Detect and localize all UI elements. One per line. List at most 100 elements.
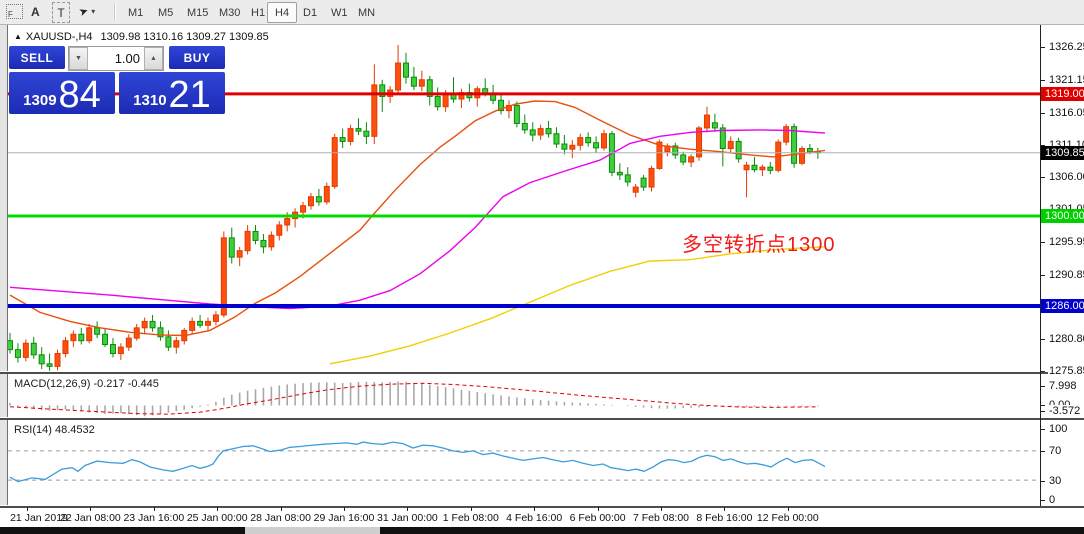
timeframe-m1[interactable]: M1 [120, 2, 151, 23]
price-tick-mark [1040, 339, 1045, 340]
date-tick-mark [661, 507, 662, 511]
pane-separator-dates [0, 505, 1084, 508]
sell-price-small: 1309 [23, 92, 57, 109]
sell-button[interactable]: SELL [9, 46, 65, 69]
pane-separator-macd[interactable] [0, 371, 1084, 374]
price-tag: 1309.85 [1041, 145, 1084, 160]
date-tick-mark [27, 507, 28, 511]
volume-decrease-button[interactable]: ▼ [69, 47, 88, 70]
price-tick-label: 1295.95 [1048, 236, 1084, 248]
date-tick-label: 7 Feb 08:00 [632, 512, 690, 524]
macd-tick-label: 7.998 [1048, 380, 1078, 392]
rsi-tick-mark [1040, 500, 1045, 501]
rsi-label: RSI(14) 48.4532 [14, 424, 95, 436]
macd-tick-mark [1040, 386, 1045, 387]
toolbar: F A T ➤ ▾ M1 M5 M15 M30 H1 H4 D1 W1 MN [0, 0, 1084, 25]
date-tick-mark [90, 507, 92, 511]
price-tick-label: 1290.85 [1048, 269, 1084, 281]
date-tick-mark [724, 507, 726, 511]
date-tick-label: 23 Jan 16:00 [123, 512, 185, 524]
price-tick-label: 1316.05 [1048, 107, 1084, 119]
dropdown-caret-icon[interactable]: ▾ [91, 7, 95, 16]
chart-title: ▲ XAUUSD-,H4 1309.98 1310.16 1309.27 1309.… [14, 31, 269, 43]
macd-tick-mark [1040, 405, 1045, 406]
timeframe-mn[interactable]: MN [350, 2, 383, 23]
volume-stepper: ▼ ▲ [68, 46, 164, 71]
date-tick-label: 1 Feb 08:00 [442, 512, 499, 524]
collapse-arrow-icon[interactable]: ▲ [14, 32, 22, 41]
date-tick-mark [407, 507, 409, 511]
date-tick-mark [344, 507, 345, 511]
one-click-trading-panel: SELL ▼ ▲ BUY 1309 84 1310 21 [9, 46, 225, 136]
date-tick-mark [470, 507, 472, 511]
ma-fast-orange [9, 100, 826, 337]
price-tick-label: 1326.25 [1048, 41, 1084, 53]
date-tick-label: 6 Feb 00:00 [569, 512, 626, 524]
font-a-icon[interactable]: A [31, 2, 40, 21]
arrows-tool-icon[interactable]: ➤ ▾ [77, 2, 95, 21]
date-tick-label: 29 Jan 16:00 [313, 512, 375, 524]
volume-input[interactable] [88, 47, 144, 70]
rsi-tick-label: 30 [1048, 475, 1063, 487]
date-tick-label: 25 Jan 00:00 [186, 512, 248, 524]
macd-label: MACD(12,26,9) -0.217 -0.445 [14, 378, 159, 390]
arrow-glyph: ➤ [77, 4, 91, 20]
mt4-terminal: F A T ➤ ▾ M1 M5 M15 M30 H1 H4 D1 W1 MN ▲… [0, 0, 1084, 534]
price-tick-mark [1040, 275, 1045, 276]
sell-price-big: 84 [58, 73, 101, 116]
rsi-tick-mark [1040, 429, 1045, 430]
date-tick-mark [217, 507, 219, 511]
date-tick-label: 8 Feb 16:00 [696, 512, 753, 524]
price-tick-mark [1040, 242, 1045, 243]
price-tag: 1286.00 [1041, 298, 1084, 313]
rsi-tick-label: 100 [1048, 423, 1069, 435]
price-tick-mark [1040, 371, 1045, 372]
price-tick-mark [1040, 47, 1045, 48]
macd-tick-label: -3.572 [1048, 405, 1082, 417]
date-tick-label: 31 Jan 00:00 [377, 512, 438, 524]
bottom-window-edge-light [245, 527, 380, 534]
toolbar-separator [114, 3, 115, 20]
bottom-window-edge [0, 527, 1084, 534]
date-tick-mark [280, 507, 282, 511]
ma-mid-magenta [9, 129, 826, 310]
volume-increase-button[interactable]: ▲ [144, 47, 163, 70]
timeframe-d1[interactable]: D1 [295, 2, 325, 23]
date-tick-mark [787, 507, 789, 511]
text-box-icon[interactable]: T [52, 2, 70, 23]
price-tick-mark [1040, 113, 1045, 114]
timeframe-h4[interactable]: H4 [267, 2, 298, 23]
price-tick-label: 1321.15 [1048, 74, 1084, 86]
price-tick-mark [1040, 80, 1045, 81]
buy-price-big: 21 [168, 73, 211, 116]
timeframe-m5[interactable]: M5 [150, 2, 181, 23]
price-tag: 1319.00 [1041, 86, 1084, 101]
price-tick-label: 1306.00 [1048, 171, 1084, 183]
date-tick-mark [153, 507, 155, 511]
price-tick-mark [1040, 177, 1045, 178]
rsi-tick-mark [1040, 481, 1045, 482]
buy-button[interactable]: BUY [169, 46, 225, 69]
chart-annotation-text: 多空转折点1300 [682, 234, 836, 256]
macd-tick-mark [1040, 411, 1045, 412]
symbol-label: XAUUSD-,H4 [25, 31, 93, 43]
date-tick-mark [597, 507, 599, 511]
rsi-tick-label: 0 [1048, 494, 1057, 506]
price-tick-label: 1275.85 [1048, 365, 1084, 377]
buy-price-button[interactable]: 1310 21 [119, 72, 225, 114]
sell-price-button[interactable]: 1309 84 [9, 72, 115, 114]
price-tick-label: 1280.80 [1048, 333, 1084, 345]
date-tick-label: 22 Jan 08:00 [60, 512, 121, 524]
date-tick-mark [534, 507, 536, 511]
rsi-tick-label: 70 [1048, 445, 1063, 457]
dotted-grid-icon[interactable]: F [6, 2, 23, 21]
pane-separator-rsi[interactable] [0, 417, 1084, 420]
price-tag: 1300.00 [1041, 209, 1084, 223]
date-tick-label: 28 Jan 08:00 [250, 512, 311, 524]
chart-window: ▲ XAUUSD-,H4 1309.98 1310.16 1309.27 1309.… [0, 25, 1084, 527]
ohlc-values: 1309.98 1310.16 1309.27 1309.85 [100, 31, 269, 43]
date-tick-label: 4 Feb 16:00 [506, 512, 563, 524]
buy-price-small: 1310 [133, 92, 167, 109]
rsi-tick-mark [1040, 451, 1045, 452]
date-tick-label: 12 Feb 00:00 [756, 512, 819, 524]
